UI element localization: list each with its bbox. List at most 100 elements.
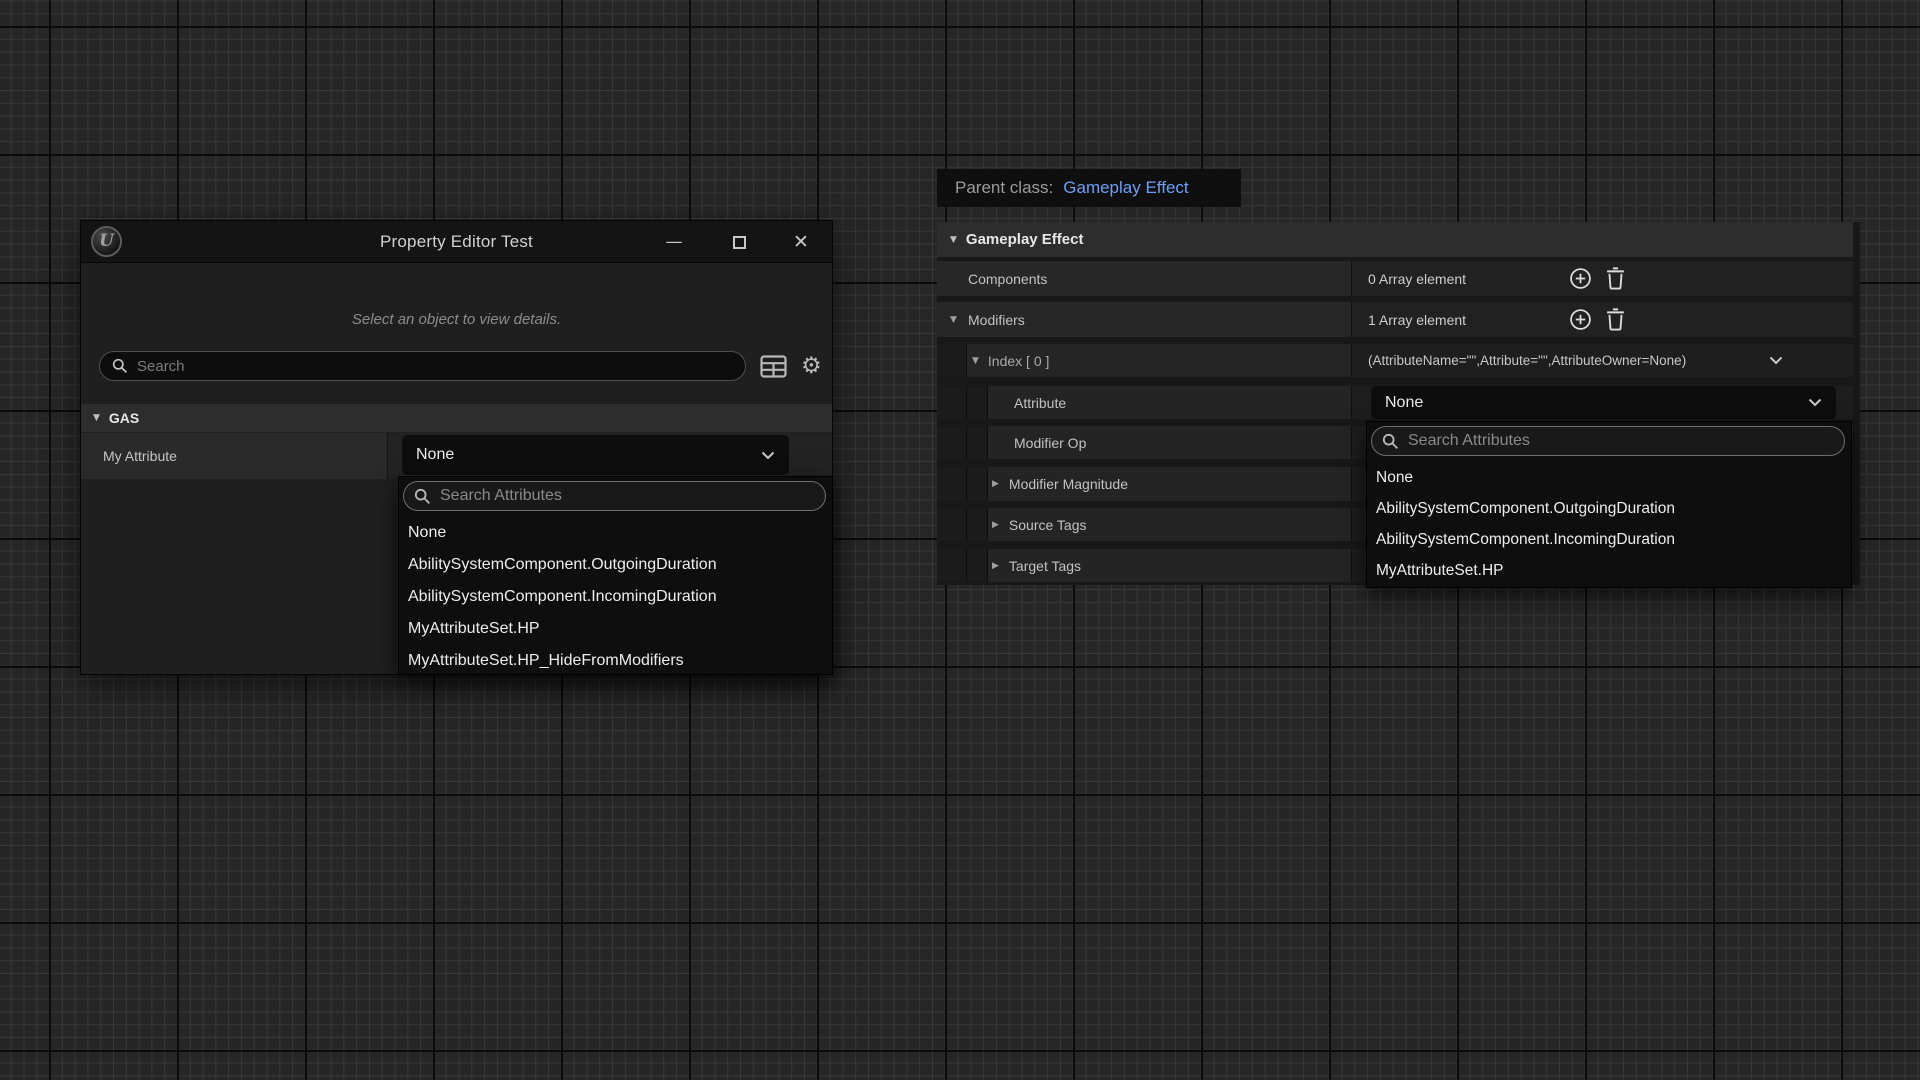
components-row: Components 0 Array element	[937, 261, 1853, 296]
settings-gear-button[interactable]: ⚙	[801, 355, 822, 378]
row-label: Target Tags	[1009, 558, 1081, 574]
row-label: Components	[968, 271, 1047, 287]
modifiers-index-0-row: ▼ Index [ 0 ] (AttributeName="",Attribut…	[937, 344, 1853, 377]
array-count-text: 1 Array element	[1368, 312, 1569, 328]
row-name-cell: Components	[937, 261, 1352, 296]
chevron-down-icon	[761, 451, 775, 460]
indent-guide	[937, 467, 967, 501]
row-name-cell[interactable]: ▼ Modifiers	[937, 302, 1352, 337]
row-name-cell[interactable]: ▼ Index [ 0 ]	[937, 344, 1352, 377]
category-row-gas[interactable]: ▼ GAS	[81, 404, 832, 432]
empty-state-text: Select an object to view details.	[81, 311, 832, 328]
indent-guide	[967, 549, 988, 582]
chevron-collapsed-icon: ▶	[992, 520, 999, 530]
dropdown-search-bar[interactable]	[403, 481, 826, 511]
row-label: Modifiers	[968, 312, 1025, 328]
parent-class-label: Parent class:	[955, 178, 1053, 198]
add-element-button[interactable]	[1569, 267, 1592, 290]
search-icon	[414, 488, 431, 505]
row-name-cell[interactable]: ▶ Target Tags	[937, 549, 1352, 582]
attribute-row: Attribute None	[937, 386, 1853, 419]
indent-guide	[937, 426, 967, 459]
row-name-cell[interactable]: ▶ Source Tags	[937, 508, 1352, 541]
chevron-expanded-icon: ▼	[950, 315, 957, 325]
row-value-cell: 1 Array element	[1352, 302, 1853, 337]
indent-guide	[967, 386, 988, 419]
details-toolbar: ⚙	[99, 351, 820, 381]
search-bar[interactable]	[99, 351, 746, 381]
dropdown-item-list: None AbilitySystemComponent.OutgoingDura…	[1367, 462, 1851, 586]
row-value-cell: 0 Array element	[1352, 261, 1853, 296]
parent-class-link[interactable]: Gameplay Effect	[1063, 178, 1188, 198]
row-label: Modifier Op	[1014, 435, 1086, 451]
chevron-collapsed-icon: ▶	[992, 479, 999, 489]
minimize-button[interactable]: —	[659, 221, 689, 263]
indent-guide	[937, 386, 967, 419]
category-label: GAS	[109, 410, 139, 426]
close-icon: ✕	[793, 231, 809, 253]
dropdown-item-hp[interactable]: MyAttributeSet.HP	[1367, 555, 1851, 586]
combobox-value: None	[1385, 394, 1423, 412]
chevron-down-icon[interactable]	[1769, 356, 1783, 365]
row-name-cell[interactable]: ▶ Modifier Magnitude	[937, 467, 1352, 501]
array-count-text: 0 Array element	[1368, 271, 1569, 287]
plus-circle-icon	[1569, 308, 1592, 331]
clear-array-button[interactable]	[1606, 267, 1625, 290]
gear-icon: ⚙	[801, 355, 822, 378]
display-options-table-icon[interactable]	[760, 355, 787, 378]
dropdown-item-outgoing-duration[interactable]: AbilitySystemComponent.OutgoingDuration	[399, 549, 832, 581]
dropdown-item-incoming-duration[interactable]: AbilitySystemComponent.IncomingDuration	[399, 581, 832, 613]
category-label: Gameplay Effect	[966, 231, 1084, 248]
minimize-icon: —	[666, 232, 683, 252]
indent-guide	[937, 508, 967, 541]
search-icon	[1382, 433, 1399, 450]
property-label: My Attribute	[81, 433, 388, 479]
attribute-picker-dropdown-left: None AbilitySystemComponent.OutgoingDura…	[398, 476, 833, 675]
plus-circle-icon	[1569, 267, 1592, 290]
search-icon	[112, 358, 128, 374]
dropdown-item-outgoing-duration[interactable]: AbilitySystemComponent.OutgoingDuration	[1367, 493, 1851, 524]
indent-guide	[967, 426, 988, 459]
struct-preview-text: (AttributeName="",Attribute="",Attribute…	[1368, 353, 1686, 368]
table-icon	[760, 355, 787, 378]
chevron-down-icon	[1808, 398, 1822, 407]
indent-guide	[967, 467, 988, 501]
chevron-expanded-icon: ▼	[972, 356, 979, 366]
maximize-button[interactable]	[726, 221, 752, 263]
category-row-gameplay-effect[interactable]: ▼ Gameplay Effect	[937, 222, 1853, 257]
dropdown-item-incoming-duration[interactable]: AbilitySystemComponent.IncomingDuration	[1367, 524, 1851, 555]
indent-guide	[967, 508, 988, 541]
dropdown-item-none[interactable]: None	[399, 517, 832, 549]
blueprint-grid-canvas[interactable]: U Property Editor Test — ✕ Select an obj…	[0, 0, 1920, 1080]
trash-icon	[1606, 308, 1625, 331]
dropdown-search-bar[interactable]	[1371, 426, 1845, 456]
row-label: Index [ 0 ]	[988, 353, 1049, 369]
attribute-combobox[interactable]: None	[1371, 386, 1836, 419]
dropdown-search-input[interactable]	[440, 487, 815, 505]
indent-guide	[937, 549, 967, 582]
combobox-value: None	[416, 446, 454, 464]
window-title: Property Editor Test	[81, 221, 832, 263]
row-name-cell: Modifier Op	[937, 426, 1352, 459]
clear-array-button[interactable]	[1606, 308, 1625, 331]
row-label: Source Tags	[1009, 517, 1087, 533]
chevron-collapsed-icon: ▶	[992, 561, 999, 571]
dropdown-item-hp-hidefrommodifiers[interactable]: MyAttributeSet.HP_HideFromModifiers	[399, 645, 832, 677]
parent-class-box: Parent class: Gameplay Effect	[937, 169, 1241, 207]
trash-icon	[1606, 267, 1625, 290]
row-value-cell: (AttributeName="",Attribute="",Attribute…	[1352, 344, 1853, 377]
row-name-cell: Attribute	[937, 386, 1352, 419]
search-input[interactable]	[137, 358, 733, 375]
row-label: Attribute	[1014, 395, 1066, 411]
dropdown-item-hp[interactable]: MyAttributeSet.HP	[399, 613, 832, 645]
chevron-expanded-icon: ▼	[950, 235, 957, 245]
dropdown-search-input[interactable]	[1408, 432, 1834, 450]
dropdown-item-none[interactable]: None	[1367, 462, 1851, 493]
window-titlebar[interactable]: U Property Editor Test — ✕	[81, 221, 832, 263]
attribute-picker-dropdown-right: None AbilitySystemComponent.OutgoingDura…	[1366, 421, 1852, 588]
add-element-button[interactable]	[1569, 308, 1592, 331]
my-attribute-combobox[interactable]: None	[402, 435, 789, 475]
row-label: Modifier Magnitude	[1009, 476, 1128, 492]
maximize-icon	[733, 236, 746, 249]
close-button[interactable]: ✕	[787, 221, 815, 263]
